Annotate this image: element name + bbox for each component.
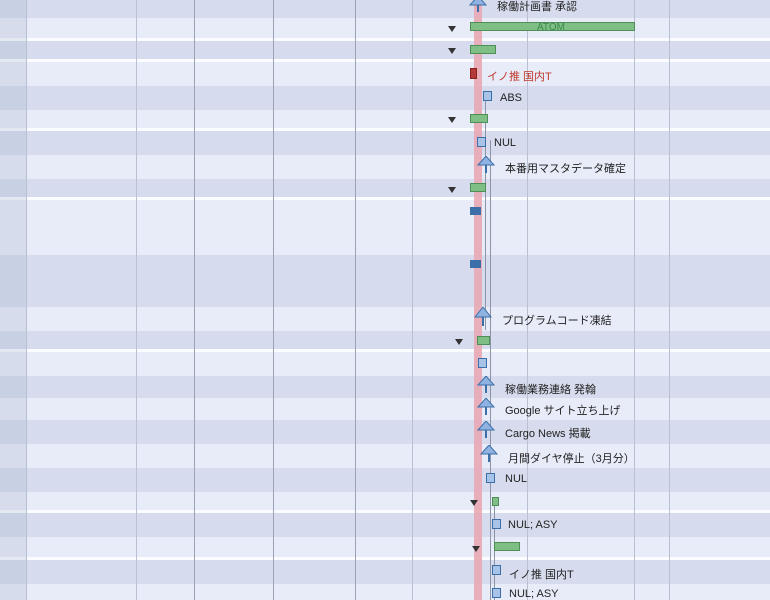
- summary-bar[interactable]: [477, 336, 490, 345]
- row-label: イノ推 国内T: [487, 71, 552, 83]
- row-label: プログラムコード凍結: [502, 315, 612, 327]
- summary-bar[interactable]: [494, 542, 520, 551]
- collapse-triangle-icon[interactable]: [448, 187, 456, 193]
- milestone-arrow-icon[interactable]: [477, 398, 495, 416]
- row-label: NUL: [494, 137, 517, 149]
- row-label: 月間ダイヤ停止（3月分）: [508, 453, 635, 465]
- collapse-triangle-icon[interactable]: [455, 339, 463, 345]
- grid-line: [136, 0, 137, 600]
- milestone-arrow-icon[interactable]: [469, 0, 487, 12]
- row-label: NUL: [505, 473, 528, 485]
- collapse-triangle-icon[interactable]: [448, 48, 456, 54]
- collapse-triangle-icon[interactable]: [470, 500, 478, 506]
- task-box-icon[interactable]: [470, 207, 481, 215]
- grid-line: [634, 0, 635, 600]
- row-label: Cargo News 掲載: [505, 428, 591, 440]
- collapse-triangle-icon[interactable]: [472, 546, 480, 552]
- row-label: 稼働計画書 承認: [497, 1, 578, 13]
- row-label: Google サイト立ち上げ: [505, 405, 621, 417]
- milestone-arrow-icon[interactable]: [480, 445, 498, 463]
- row-label: ABS: [500, 92, 523, 104]
- row-label: NUL; ASY: [509, 588, 559, 600]
- task-box-icon[interactable]: [477, 137, 486, 147]
- row-label: イノ推 国内T: [509, 569, 574, 581]
- summary-bar[interactable]: [470, 183, 486, 192]
- summary-bar[interactable]: [470, 45, 496, 54]
- task-box-icon[interactable]: [492, 565, 501, 575]
- grid-line: [273, 0, 274, 600]
- grid-line: [26, 0, 27, 600]
- summary-bar[interactable]: [470, 114, 488, 123]
- collapse-triangle-icon[interactable]: [448, 26, 456, 32]
- task-box-icon[interactable]: [492, 519, 501, 529]
- grid-line: [669, 0, 670, 600]
- milestone-arrow-icon[interactable]: [474, 307, 492, 327]
- milestone-arrow-icon[interactable]: [477, 156, 495, 174]
- summary-label: ATOM: [537, 22, 565, 33]
- grid-line: [527, 0, 528, 600]
- today-line: [474, 0, 482, 600]
- task-box-icon[interactable]: [483, 91, 492, 101]
- grid-line: [355, 0, 356, 600]
- task-box-icon[interactable]: [486, 473, 495, 483]
- collapse-triangle-icon[interactable]: [448, 117, 456, 123]
- left-gutter: [0, 0, 26, 600]
- task-box-icon[interactable]: [492, 588, 501, 598]
- dependency-line: [485, 100, 486, 330]
- milestone-arrow-icon[interactable]: [477, 376, 495, 394]
- task-box-icon[interactable]: [470, 68, 477, 79]
- dependency-line: [490, 140, 491, 600]
- grid-line: [194, 0, 195, 600]
- row-label: NUL; ASY: [508, 519, 558, 531]
- grid-line: [412, 0, 413, 600]
- summary-bar[interactable]: [492, 497, 499, 506]
- milestone-arrow-icon[interactable]: [477, 421, 495, 439]
- row-label: 本番用マスタデータ確定: [505, 163, 626, 175]
- task-box-icon[interactable]: [478, 358, 487, 368]
- row-label: 稼働業務連絡 発翰: [505, 384, 597, 396]
- task-box-icon[interactable]: [470, 260, 481, 268]
